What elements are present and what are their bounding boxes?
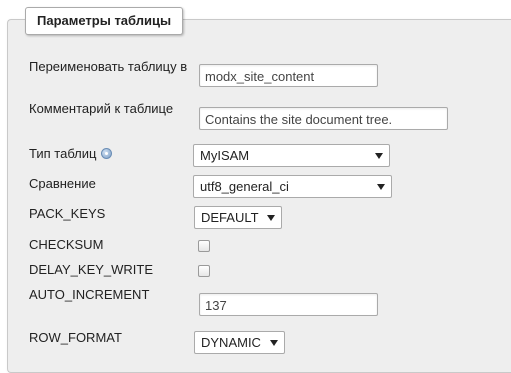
table-engine-value: MyISAM bbox=[200, 148, 250, 163]
collation-value: utf8_general_ci bbox=[200, 179, 289, 194]
checksum-checkbox[interactable] bbox=[198, 240, 210, 252]
chevron-down-icon bbox=[377, 184, 385, 190]
collation-select[interactable]: utf8_general_ci bbox=[193, 175, 392, 198]
table-comment-label: Комментарий к таблице bbox=[29, 101, 174, 116]
row-format-value: DYNAMIC bbox=[201, 335, 261, 350]
auto-increment-input[interactable]: 137 bbox=[199, 293, 378, 316]
rename-table-input[interactable]: modx_site_content bbox=[199, 64, 378, 87]
table-comment-input[interactable]: Contains the site document tree. bbox=[199, 107, 448, 130]
table-engine-label: Тип таблиц bbox=[29, 146, 97, 161]
help-icon[interactable] bbox=[101, 148, 113, 159]
delay-key-write-checkbox[interactable] bbox=[198, 265, 210, 277]
collation-label: Сравнение bbox=[29, 176, 96, 191]
row-format-select[interactable]: DYNAMIC bbox=[194, 331, 285, 354]
auto-increment-label: AUTO_INCREMENT bbox=[29, 287, 150, 302]
fieldset-legend: Параметры таблицы bbox=[25, 7, 184, 35]
row-format-label: ROW_FORMAT bbox=[29, 330, 122, 345]
chevron-down-icon bbox=[375, 153, 383, 159]
checksum-label: CHECKSUM bbox=[29, 237, 104, 252]
pack-keys-select[interactable]: DEFAULT bbox=[194, 206, 282, 229]
table-engine-select[interactable]: MyISAM bbox=[193, 144, 390, 167]
delay-key-write-label: DELAY_KEY_WRITE bbox=[29, 262, 154, 277]
chevron-down-icon bbox=[270, 340, 278, 346]
rename-table-label: Переименовать таблицу в bbox=[29, 59, 188, 74]
table-engine-label-row: Тип таблиц bbox=[29, 146, 113, 161]
pack-keys-value: DEFAULT bbox=[201, 210, 259, 225]
pack-keys-label: PACK_KEYS bbox=[29, 206, 106, 221]
chevron-down-icon bbox=[267, 215, 275, 221]
